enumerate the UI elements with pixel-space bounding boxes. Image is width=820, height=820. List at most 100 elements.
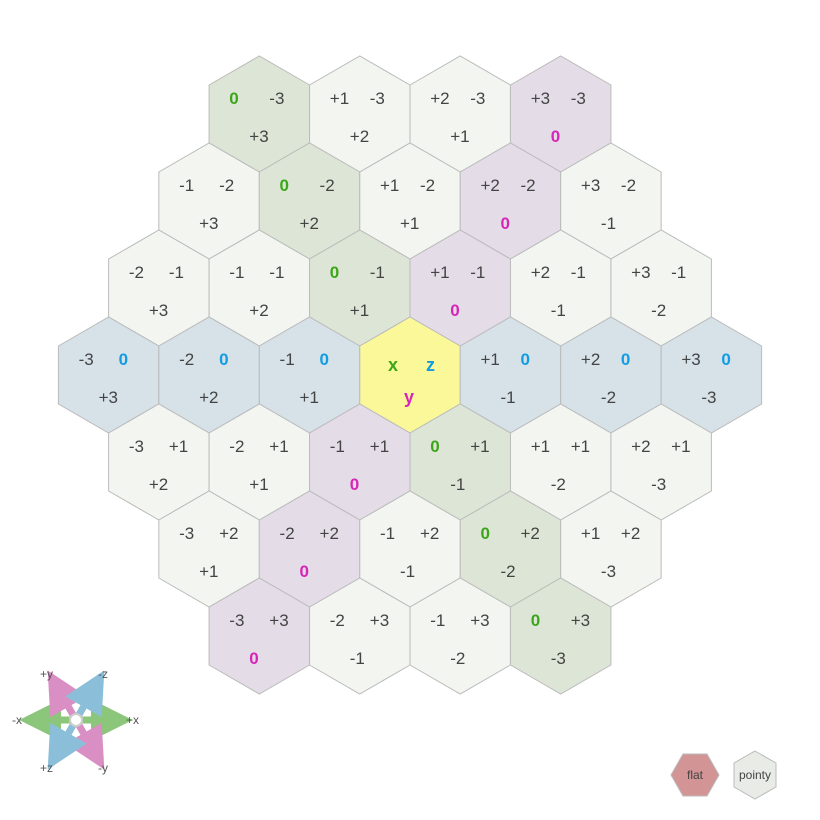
coord-z: +1 <box>370 437 389 456</box>
coord-x: +1 <box>581 524 600 543</box>
coord-x: +3 <box>681 350 700 369</box>
coord-z: -2 <box>420 176 435 195</box>
compass-plus-z-label: +z <box>40 761 53 775</box>
coord-y: -1 <box>400 562 415 581</box>
coord-z: +1 <box>470 437 489 456</box>
coord-z: -3 <box>470 89 485 108</box>
coord-y: +1 <box>450 127 469 146</box>
coord-z: 0 <box>219 350 228 369</box>
coord-z: -2 <box>621 176 636 195</box>
coord-y: -3 <box>551 649 566 668</box>
coord-x: -1 <box>430 611 445 630</box>
coord-z: -1 <box>370 263 385 282</box>
coord-y: -2 <box>651 301 666 320</box>
coord-x: -2 <box>229 437 244 456</box>
coord-x: +2 <box>581 350 600 369</box>
coord-y: +2 <box>350 127 369 146</box>
coord-x: -1 <box>330 437 345 456</box>
compass-minus-z-label: -z <box>98 667 108 681</box>
coord-y: +2 <box>249 301 268 320</box>
coord-z: 0 <box>119 350 128 369</box>
coord-z: -3 <box>571 89 586 108</box>
coord-x: +2 <box>430 89 449 108</box>
coord-z: +2 <box>621 524 640 543</box>
coord-z: +2 <box>420 524 439 543</box>
compass-plus-x-label: +x <box>126 713 139 727</box>
coord-z: -2 <box>219 176 234 195</box>
coord-x: -1 <box>380 524 395 543</box>
coord-y: +1 <box>400 214 419 233</box>
coord-x: +1 <box>480 350 499 369</box>
coord-y: 0 <box>350 475 359 494</box>
legend-flat-label: flat <box>687 768 704 782</box>
coord-x: +1 <box>380 176 399 195</box>
coord-y: +3 <box>149 301 168 320</box>
coord-x: +1 <box>531 437 550 456</box>
coord-z: -1 <box>169 263 184 282</box>
legend-flat-button[interactable]: flat <box>671 754 719 796</box>
coord-x: 0 <box>229 89 238 108</box>
coord-y: -2 <box>601 388 616 407</box>
coord-y: 0 <box>249 649 258 668</box>
coord-x: -3 <box>129 437 144 456</box>
coord-z: +2 <box>520 524 539 543</box>
coord-z: +3 <box>370 611 389 630</box>
coord-y: -1 <box>450 475 465 494</box>
coord-y: +3 <box>199 214 218 233</box>
compass-minus-x-label: -x <box>12 713 22 727</box>
legend-pointy-label: pointy <box>739 768 771 782</box>
origin-y-label: y <box>404 387 414 407</box>
coord-x: 0 <box>480 524 489 543</box>
axis-compass: +x -x +y -y -z +z <box>12 667 139 775</box>
coord-x: 0 <box>330 263 339 282</box>
coord-z: +1 <box>671 437 690 456</box>
coord-z: 0 <box>320 350 329 369</box>
legend-pointy-button[interactable]: pointy <box>734 751 776 799</box>
coord-x: 0 <box>430 437 439 456</box>
coord-x: -1 <box>229 263 244 282</box>
coord-z: -3 <box>269 89 284 108</box>
coord-x: -2 <box>330 611 345 630</box>
compass-plus-y-label: +y <box>40 667 53 681</box>
coord-z: -3 <box>370 89 385 108</box>
coord-z: 0 <box>621 350 630 369</box>
coord-x: -3 <box>79 350 94 369</box>
coord-x: +2 <box>480 176 499 195</box>
coord-x: +3 <box>631 263 650 282</box>
coord-x: +1 <box>330 89 349 108</box>
coord-y: 0 <box>300 562 309 581</box>
origin-x-label: x <box>388 355 398 375</box>
coord-z: -1 <box>571 263 586 282</box>
coord-x: +1 <box>430 263 449 282</box>
coord-z: +3 <box>269 611 288 630</box>
coord-z: -1 <box>671 263 686 282</box>
coord-y: -1 <box>350 649 365 668</box>
coord-y: -2 <box>551 475 566 494</box>
orientation-legend: flat pointy <box>671 751 776 799</box>
coord-y: +1 <box>249 475 268 494</box>
coord-x: -2 <box>129 263 144 282</box>
hex-grid: 0-3+3-1-2+3+1-3+2-2-1+30-2+2+2-3+1-30+3-… <box>58 56 761 694</box>
coord-y: +2 <box>199 388 218 407</box>
coord-z: -2 <box>320 176 335 195</box>
coord-z: -1 <box>269 263 284 282</box>
coord-x: 0 <box>280 176 289 195</box>
coord-z: +1 <box>269 437 288 456</box>
coord-y: -1 <box>601 214 616 233</box>
coord-y: 0 <box>450 301 459 320</box>
coord-y: 0 <box>551 127 560 146</box>
coord-y: -3 <box>701 388 716 407</box>
coord-z: +2 <box>219 524 238 543</box>
coord-y: +3 <box>99 388 118 407</box>
coord-y: -1 <box>500 388 515 407</box>
coord-x: -2 <box>280 524 295 543</box>
coord-x: -3 <box>179 524 194 543</box>
coord-y: -1 <box>551 301 566 320</box>
coord-x: +2 <box>531 263 550 282</box>
coord-z: -2 <box>520 176 535 195</box>
coord-z: +2 <box>320 524 339 543</box>
coord-y: +1 <box>199 562 218 581</box>
coord-z: +1 <box>169 437 188 456</box>
coord-y: +2 <box>300 214 319 233</box>
compass-minus-y-label: -y <box>98 761 108 775</box>
